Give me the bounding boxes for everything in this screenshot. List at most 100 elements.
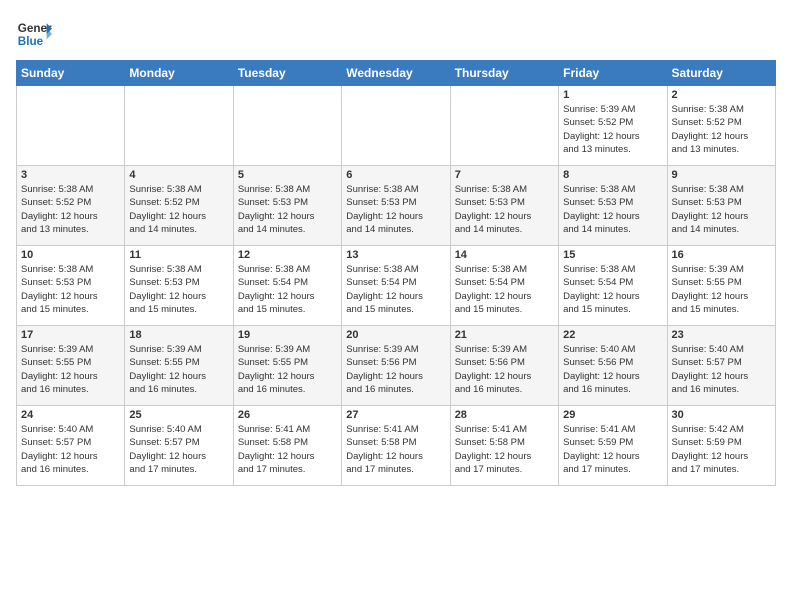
day-info: Sunrise: 5:39 AM Sunset: 5:56 PM Dayligh… [455,343,554,396]
day-cell [125,86,233,166]
day-info: Sunrise: 5:38 AM Sunset: 5:53 PM Dayligh… [672,183,771,236]
day-info: Sunrise: 5:41 AM Sunset: 5:58 PM Dayligh… [455,423,554,476]
day-info: Sunrise: 5:39 AM Sunset: 5:52 PM Dayligh… [563,103,662,156]
day-cell: 4Sunrise: 5:38 AM Sunset: 5:52 PM Daylig… [125,166,233,246]
day-cell [342,86,450,166]
week-row-4: 17Sunrise: 5:39 AM Sunset: 5:55 PM Dayli… [17,326,776,406]
day-cell: 5 Sunrise: 5:38 AM Sunset: 5:53 PM Daylig… [233,166,341,246]
col-header-sunday: Sunday [17,61,125,86]
col-header-thursday: Thursday [450,61,558,86]
day-info: Sunrise: 5:40 AM Sunset: 5:57 PM Dayligh… [21,423,120,476]
day-cell: 7 Sunrise: 5:38 AM Sunset: 5:53 PM Daylig… [450,166,558,246]
day-cell: 13 Sunrise: 5:38 AM Sunset: 5:54 PM Dayli… [342,246,450,326]
day-info: Sunrise: 5:38 AM Sunset: 5:53 PM Dayligh… [455,183,554,236]
day-cell: 17Sunrise: 5:39 AM Sunset: 5:55 PM Dayli… [17,326,125,406]
day-info: Sunrise: 5:38 AM Sunset: 5:53 PM Dayligh… [129,263,228,316]
day-number: 5 [238,169,337,181]
day-number: 29 [563,409,662,421]
day-number: 16 [672,249,771,261]
week-row-1: 1 Sunrise: 5:39 AM Sunset: 5:52 PM Daylig… [17,86,776,166]
day-cell: 6 Sunrise: 5:38 AM Sunset: 5:53 PM Daylig… [342,166,450,246]
week-row-2: 3Sunrise: 5:38 AM Sunset: 5:52 PM Daylig… [17,166,776,246]
day-cell: 1 Sunrise: 5:39 AM Sunset: 5:52 PM Daylig… [559,86,667,166]
day-info: Sunrise: 5:38 AM Sunset: 5:54 PM Dayligh… [455,263,554,316]
week-row-5: 24 Sunrise: 5:40 AM Sunset: 5:57 PM Dayli… [17,406,776,486]
logo-icon: General Blue [16,16,52,52]
week-row-3: 10 Sunrise: 5:38 AM Sunset: 5:53 PM Dayli… [17,246,776,326]
day-cell [17,86,125,166]
day-info: Sunrise: 5:42 AM Sunset: 5:59 PM Dayligh… [672,423,771,476]
day-number: 28 [455,409,554,421]
day-info: Sunrise: 5:41 AM Sunset: 5:58 PM Dayligh… [238,423,337,476]
day-cell: 22Sunrise: 5:40 AM Sunset: 5:56 PM Dayli… [559,326,667,406]
day-cell: 3Sunrise: 5:38 AM Sunset: 5:52 PM Daylig… [17,166,125,246]
day-number: 13 [346,249,445,261]
day-number: 6 [346,169,445,181]
day-info: Sunrise: 5:38 AM Sunset: 5:54 PM Dayligh… [563,263,662,316]
day-info: Sunrise: 5:40 AM Sunset: 5:56 PM Dayligh… [563,343,662,396]
day-info: Sunrise: 5:38 AM Sunset: 5:53 PM Dayligh… [346,183,445,236]
col-header-tuesday: Tuesday [233,61,341,86]
day-cell: 28 Sunrise: 5:41 AM Sunset: 5:58 PM Dayli… [450,406,558,486]
day-info: Sunrise: 5:38 AM Sunset: 5:52 PM Dayligh… [672,103,771,156]
day-cell: 18 Sunrise: 5:39 AM Sunset: 5:55 PM Dayli… [125,326,233,406]
day-number: 23 [672,329,771,341]
day-cell: 12Sunrise: 5:38 AM Sunset: 5:54 PM Dayli… [233,246,341,326]
day-cell: 23 Sunrise: 5:40 AM Sunset: 5:57 PM Dayli… [667,326,775,406]
day-number: 26 [238,409,337,421]
col-header-saturday: Saturday [667,61,775,86]
day-cell: 20 Sunrise: 5:39 AM Sunset: 5:56 PM Dayli… [342,326,450,406]
day-number: 11 [129,249,228,261]
day-info: Sunrise: 5:41 AM Sunset: 5:59 PM Dayligh… [563,423,662,476]
day-number: 10 [21,249,120,261]
day-info: Sunrise: 5:38 AM Sunset: 5:53 PM Dayligh… [21,263,120,316]
day-number: 24 [21,409,120,421]
day-cell [233,86,341,166]
day-number: 25 [129,409,228,421]
day-info: Sunrise: 5:39 AM Sunset: 5:56 PM Dayligh… [346,343,445,396]
page-header: General Blue [16,16,776,52]
day-number: 18 [129,329,228,341]
day-number: 20 [346,329,445,341]
calendar: SundayMondayTuesdayWednesdayThursdayFrid… [16,60,776,486]
day-number: 9 [672,169,771,181]
day-number: 30 [672,409,771,421]
day-cell: 27 Sunrise: 5:41 AM Sunset: 5:58 PM Dayli… [342,406,450,486]
day-number: 19 [238,329,337,341]
day-cell: 30 Sunrise: 5:42 AM Sunset: 5:59 PM Dayli… [667,406,775,486]
col-header-wednesday: Wednesday [342,61,450,86]
day-cell: 9 Sunrise: 5:38 AM Sunset: 5:53 PM Daylig… [667,166,775,246]
day-number: 2 [672,89,771,101]
day-info: Sunrise: 5:39 AM Sunset: 5:55 PM Dayligh… [21,343,120,396]
day-info: Sunrise: 5:38 AM Sunset: 5:53 PM Dayligh… [563,183,662,236]
day-info: Sunrise: 5:39 AM Sunset: 5:55 PM Dayligh… [238,343,337,396]
day-number: 14 [455,249,554,261]
day-cell: 2 Sunrise: 5:38 AM Sunset: 5:52 PM Daylig… [667,86,775,166]
day-number: 7 [455,169,554,181]
logo: General Blue [16,16,52,52]
day-info: Sunrise: 5:39 AM Sunset: 5:55 PM Dayligh… [129,343,228,396]
day-cell: 15 Sunrise: 5:38 AM Sunset: 5:54 PM Dayli… [559,246,667,326]
col-header-monday: Monday [125,61,233,86]
day-cell: 26 Sunrise: 5:41 AM Sunset: 5:58 PM Dayli… [233,406,341,486]
day-info: Sunrise: 5:38 AM Sunset: 5:54 PM Dayligh… [346,263,445,316]
day-info: Sunrise: 5:39 AM Sunset: 5:55 PM Dayligh… [672,263,771,316]
day-info: Sunrise: 5:38 AM Sunset: 5:54 PM Dayligh… [238,263,337,316]
day-cell: 8 Sunrise: 5:38 AM Sunset: 5:53 PM Daylig… [559,166,667,246]
day-number: 1 [563,89,662,101]
day-info: Sunrise: 5:41 AM Sunset: 5:58 PM Dayligh… [346,423,445,476]
day-number: 8 [563,169,662,181]
calendar-header-row: SundayMondayTuesdayWednesdayThursdayFrid… [17,61,776,86]
day-number: 15 [563,249,662,261]
day-cell: 10 Sunrise: 5:38 AM Sunset: 5:53 PM Dayli… [17,246,125,326]
day-info: Sunrise: 5:40 AM Sunset: 5:57 PM Dayligh… [129,423,228,476]
day-number: 27 [346,409,445,421]
day-cell: 24 Sunrise: 5:40 AM Sunset: 5:57 PM Dayli… [17,406,125,486]
day-number: 3 [21,169,120,181]
col-header-friday: Friday [559,61,667,86]
day-cell: 25 Sunrise: 5:40 AM Sunset: 5:57 PM Dayli… [125,406,233,486]
day-info: Sunrise: 5:40 AM Sunset: 5:57 PM Dayligh… [672,343,771,396]
day-number: 4 [129,169,228,181]
day-info: Sunrise: 5:38 AM Sunset: 5:53 PM Dayligh… [238,183,337,236]
svg-text:Blue: Blue [18,35,44,48]
